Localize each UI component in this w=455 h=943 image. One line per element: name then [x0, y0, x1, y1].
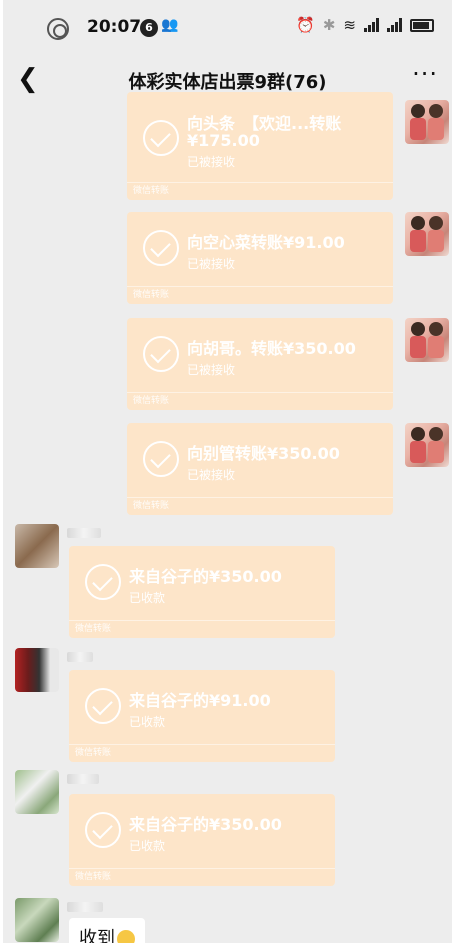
notification-count-badge: 6: [140, 19, 158, 37]
status-time: 20:07: [87, 17, 142, 37]
transfer-amount: ¥175.00: [187, 131, 260, 150]
member-avatar[interactable]: [15, 648, 59, 692]
received-transfer-card[interactable]: 来自谷子的¥350.00 已收款 微信转账: [69, 794, 335, 886]
check-circle-icon: [85, 688, 121, 724]
sent-transfer-card[interactable]: 向胡哥。转账¥350.00 已被接收 微信转账: [127, 318, 393, 410]
transfer-title: 来自谷子的¥350.00: [129, 567, 282, 586]
transfer-footer: 微信转账: [127, 392, 393, 410]
message-text: 收到: [79, 928, 115, 943]
sent-transfer-card[interactable]: 向别管转账¥350.00 已被接收 微信转账: [127, 423, 393, 515]
transfer-footer: 微信转账: [127, 497, 393, 515]
sender-avatar[interactable]: [405, 318, 449, 362]
transfer-footer: 微信转账: [69, 620, 335, 638]
member-avatar[interactable]: [15, 770, 59, 814]
message-list[interactable]: 向头条 【欢迎...转账 ¥175.00 已被接收 微信转账 向空心菜转账¥91…: [3, 92, 452, 943]
transfer-title: 向空心菜转账¥91.00: [187, 233, 345, 252]
member-name-blurred: [67, 774, 99, 784]
smile-emoji-icon: [117, 930, 135, 943]
contacts-icon: 👥: [161, 17, 179, 33]
text-message-bubble[interactable]: 收到: [69, 918, 145, 943]
chat-screen: 20:07 6 👥 ⏰ ✱ ≋ ❮ 体彩实体店出票9群(76) ··· 向头条 …: [3, 0, 452, 943]
received-transfer-card[interactable]: 来自谷子的¥350.00 已收款 微信转账: [69, 546, 335, 638]
check-circle-icon: [143, 120, 179, 156]
wifi-icon: ≋: [343, 16, 356, 34]
check-circle-icon: [143, 336, 179, 372]
check-circle-icon: [85, 812, 121, 848]
transfer-title: 来自谷子的¥91.00: [129, 691, 271, 710]
transfer-title: 向别管转账¥350.00: [187, 444, 340, 463]
status-icons: ⏰ ✱ ≋: [296, 16, 434, 34]
transfer-status: 已被接收: [187, 468, 236, 482]
check-circle-icon: [85, 564, 121, 600]
sender-avatar[interactable]: [405, 212, 449, 256]
bluetooth-icon: ✱: [322, 16, 336, 34]
transfer-status: 已收款: [129, 591, 166, 605]
transfer-title: 来自谷子的¥350.00: [129, 815, 282, 834]
sent-transfer-card[interactable]: 向空心菜转账¥91.00 已被接收 微信转账: [127, 212, 393, 304]
alarm-icon: ⏰: [296, 16, 315, 34]
status-bar: 20:07 6 👥 ⏰ ✱ ≋: [3, 0, 452, 56]
check-circle-icon: [143, 230, 179, 266]
signal-icon-1: [364, 18, 379, 32]
sender-avatar[interactable]: [405, 423, 449, 467]
transfer-footer: 微信转账: [69, 744, 335, 762]
member-avatar[interactable]: [15, 898, 59, 942]
member-name-blurred: [67, 902, 103, 912]
transfer-status: 已收款: [129, 715, 166, 729]
transfer-title: 向胡哥。转账¥350.00: [187, 339, 356, 358]
transfer-status: 已被接收: [187, 155, 236, 169]
sender-avatar[interactable]: [405, 100, 449, 144]
battery-icon: [410, 18, 434, 32]
transfer-footer: 微信转账: [127, 182, 393, 200]
transfer-footer: 微信转账: [127, 286, 393, 304]
status-circle-icon: [47, 18, 69, 40]
chat-title: 体彩实体店出票9群(76): [128, 72, 327, 93]
member-avatar[interactable]: [15, 524, 59, 568]
signal-icon-2: [387, 18, 402, 32]
transfer-footer: 微信转账: [69, 868, 335, 886]
sent-transfer-card[interactable]: 向头条 【欢迎...转账 ¥175.00 已被接收 微信转账: [127, 92, 393, 200]
more-dots-icon[interactable]: ···: [412, 60, 438, 88]
member-name-blurred: [67, 528, 101, 538]
transfer-status: 已被接收: [187, 257, 236, 271]
transfer-status: 已被接收: [187, 363, 236, 377]
transfer-status: 已收款: [129, 839, 166, 853]
received-transfer-card[interactable]: 来自谷子的¥91.00 已收款 微信转账: [69, 670, 335, 762]
member-name-blurred: [67, 652, 93, 662]
check-circle-icon: [143, 441, 179, 477]
